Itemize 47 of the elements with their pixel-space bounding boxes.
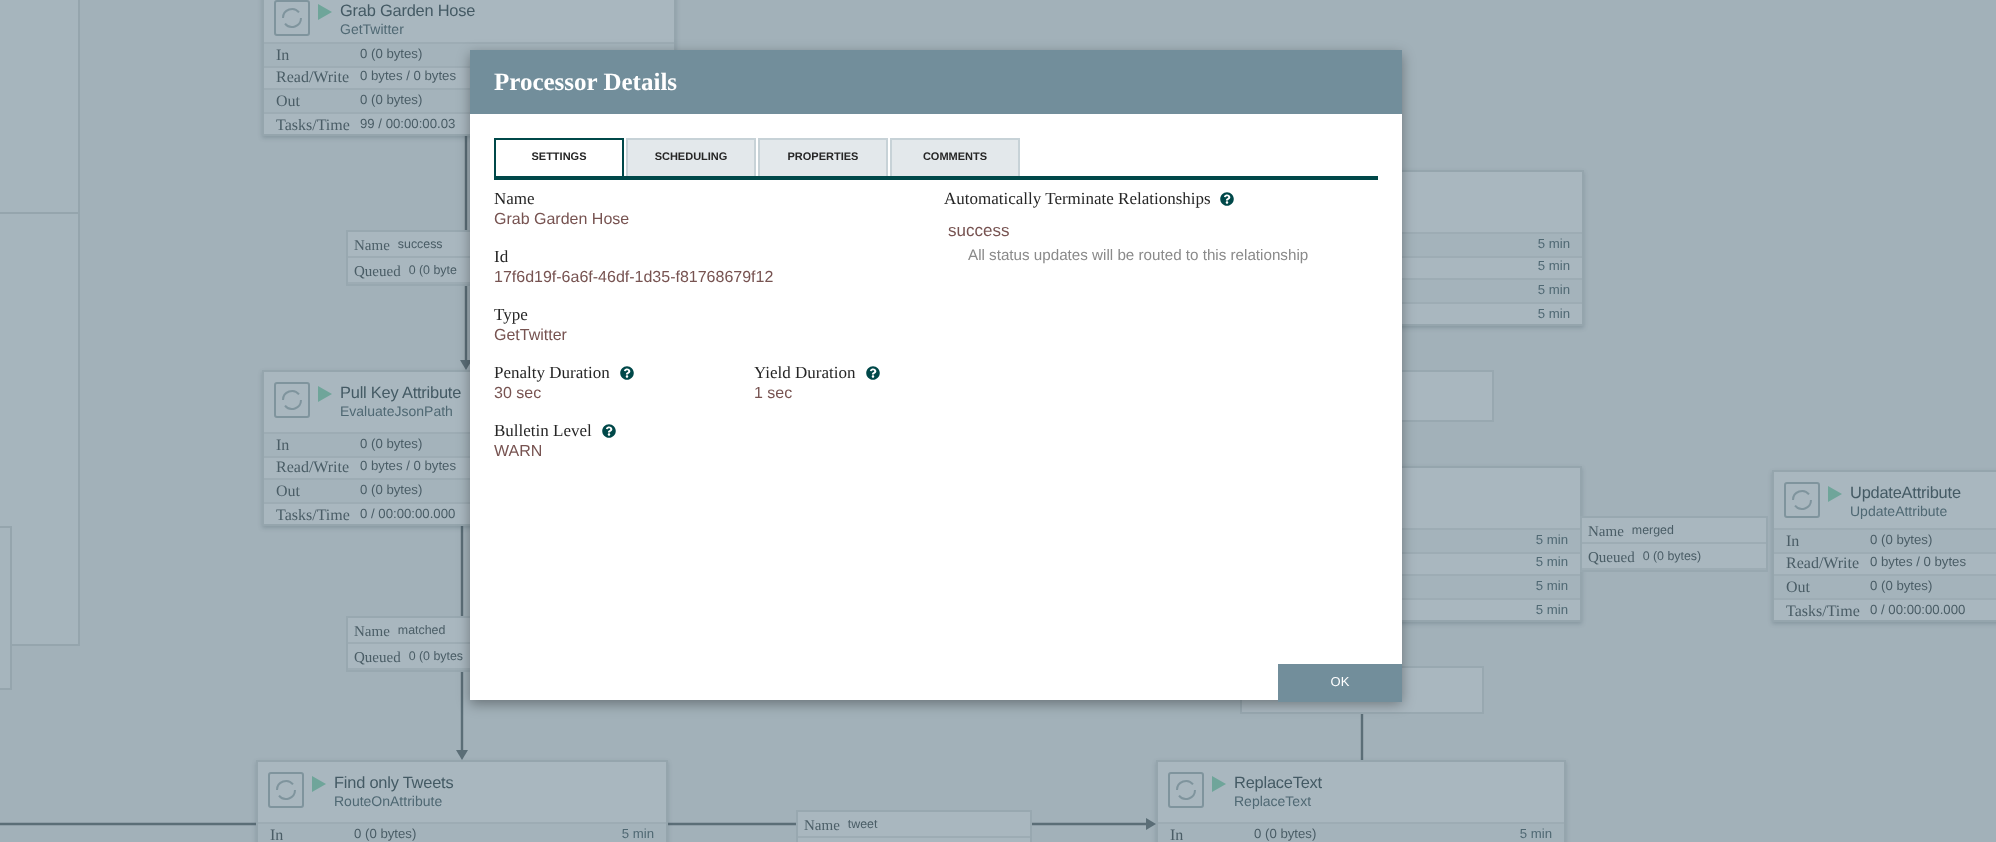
processor-icon [1784, 482, 1820, 518]
stat-label: Read/Write [1786, 554, 1862, 573]
field-value: Grab Garden Hose [494, 210, 632, 228]
field-label: Yield Duration [754, 362, 856, 382]
field-label: Type [494, 304, 528, 324]
stat-label: Out [276, 481, 302, 500]
field-label: Automatically Terminate Relationships [944, 188, 1211, 208]
field-value: 30 sec [494, 384, 544, 402]
field-value: WARN [494, 442, 545, 460]
stat-label: Read/Write [276, 68, 352, 87]
field-value: 17f6d19f-6a6f-46df-1d35-f81768679f12 [494, 268, 776, 286]
field-label: Name [494, 188, 535, 208]
stat-label: In [1786, 531, 1802, 550]
play-icon [1212, 776, 1226, 792]
play-icon [312, 776, 326, 792]
help-icon[interactable] [601, 423, 616, 437]
play-icon [1828, 486, 1842, 502]
stat-label: Tasks/Time [276, 115, 352, 134]
processor-name: UpdateAttribute [1850, 482, 1961, 504]
processor-name: ReplaceText [1234, 772, 1322, 794]
stat-label: In [1170, 825, 1186, 842]
stat-label: Out [276, 91, 302, 110]
processor-icon [274, 0, 310, 36]
play-icon [318, 4, 332, 20]
stat-label: Out [1786, 577, 1812, 596]
stat-label: In [276, 435, 292, 454]
processor-name: Find only Tweets [334, 772, 454, 794]
help-icon[interactable] [619, 365, 634, 379]
field-value: GetTwitter [494, 326, 569, 344]
field-value: 1 sec [754, 384, 795, 402]
stat-label: Tasks/Time [1786, 601, 1862, 620]
stat-label: Read/Write [276, 458, 352, 477]
help-icon[interactable] [1220, 191, 1235, 205]
processor-name: Pull Key Attribute [340, 382, 462, 404]
field-label: Bulletin Level [494, 420, 592, 440]
stat-label: In [270, 825, 286, 842]
processor-icon [1168, 772, 1204, 808]
processor-icon [274, 382, 310, 418]
stat-label: Tasks/Time [276, 505, 352, 524]
help-icon[interactable] [865, 365, 880, 379]
dialog-title: Processor Details [494, 67, 678, 97]
processor-name: Grab Garden Hose [340, 0, 476, 22]
play-icon [318, 386, 332, 402]
stat-label: In [276, 45, 292, 64]
relationship-name: success [948, 220, 1012, 240]
field-label: Id [494, 246, 509, 266]
processor-icon [268, 772, 304, 808]
